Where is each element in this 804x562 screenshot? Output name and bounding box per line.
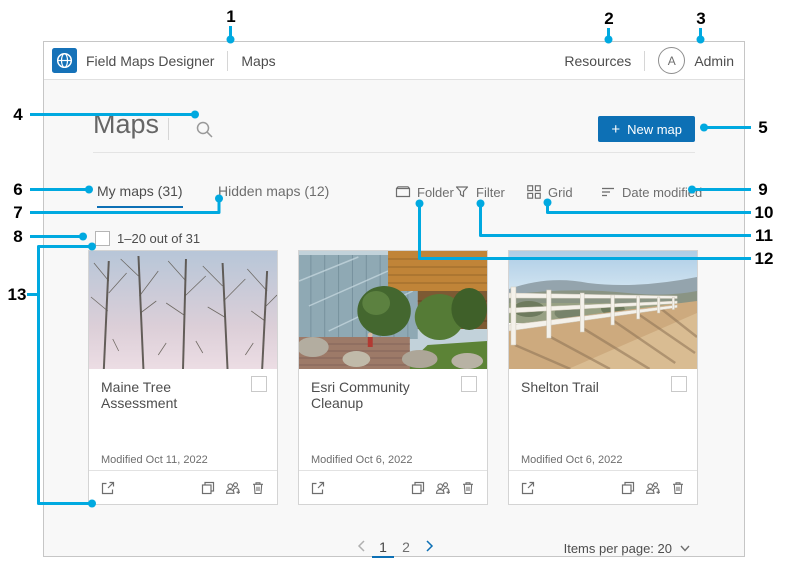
app-title: Field Maps Designer <box>86 53 214 69</box>
map-card-maine-tree-assessment[interactable]: Maine Tree Assessment Modified Oct 11, 2… <box>88 250 278 505</box>
title-divider <box>168 118 169 140</box>
callout-label-2: 2 <box>595 10 623 27</box>
avatar[interactable]: A <box>658 47 685 74</box>
open-map-icon[interactable] <box>310 480 326 496</box>
card-checkbox[interactable] <box>251 376 267 392</box>
sort-label: Date modified <box>622 185 702 200</box>
duplicate-icon[interactable] <box>200 480 216 496</box>
folder-label: Folder <box>417 185 454 200</box>
folder-icon <box>395 184 411 200</box>
map-card-esri-community-cleanup[interactable]: Esri Community Cleanup Modified Oct 6, 2… <box>298 250 488 505</box>
callout-label-11: 11 <box>750 227 778 244</box>
select-all-checkbox[interactable] <box>95 231 110 246</box>
title-rule <box>93 152 695 153</box>
delete-icon[interactable] <box>670 480 686 496</box>
card-title: Maine Tree Assessment <box>101 379 241 411</box>
open-map-icon[interactable] <box>520 480 536 496</box>
callout-label-12: 12 <box>750 250 778 267</box>
card-checkbox[interactable] <box>461 376 477 392</box>
callout-label-4: 4 <box>4 106 32 123</box>
card-modified-date: Modified Oct 6, 2022 <box>521 454 623 466</box>
card-footer <box>89 470 277 504</box>
delete-icon[interactable] <box>460 480 476 496</box>
card-modified-date: Modified Oct 11, 2022 <box>101 454 208 466</box>
map-card-shelton-trail[interactable]: Shelton Trail Modified Oct 6, 2022 <box>508 250 698 505</box>
card-thumbnail-trail-fence <box>509 251 697 369</box>
header-divider <box>644 51 645 71</box>
duplicate-icon[interactable] <box>410 480 426 496</box>
page-previous-button[interactable] <box>352 539 370 561</box>
page-2-button[interactable]: 2 <box>397 539 415 561</box>
callout-label-13: 13 <box>3 286 31 303</box>
header-divider <box>227 51 228 71</box>
filter-label: Filter <box>476 185 505 200</box>
new-map-label: New map <box>627 122 682 137</box>
callout-label-3: 3 <box>687 10 715 27</box>
user-menu[interactable]: Admin <box>694 53 734 69</box>
app-header: Field Maps Designer Maps Resources A Adm… <box>44 42 744 80</box>
card-footer <box>509 470 697 504</box>
sort-lines-icon <box>600 184 616 200</box>
page-title: Maps <box>93 109 159 140</box>
callout-label-8: 8 <box>4 228 32 245</box>
tab-hidden-maps[interactable]: Hidden maps (12) <box>218 183 329 206</box>
active-page-underline <box>372 556 394 558</box>
grid-label: Grid <box>548 185 573 200</box>
sort-control[interactable]: Date modified <box>600 184 702 200</box>
callout-label-10: 10 <box>750 204 778 221</box>
chevron-right-icon <box>425 540 434 552</box>
folder-control[interactable]: Folder <box>395 184 454 200</box>
tab-my-maps[interactable]: My maps (31) <box>97 183 183 208</box>
annotated-screenshot: Field Maps Designer Maps Resources A Adm… <box>0 0 804 562</box>
resources-link[interactable]: Resources <box>564 53 631 69</box>
items-per-page-select[interactable]: Items per page: 20 <box>564 541 690 556</box>
grid-view-control[interactable]: Grid <box>526 184 573 200</box>
card-checkbox[interactable] <box>671 376 687 392</box>
new-map-button[interactable]: + New map <box>598 116 695 142</box>
card-title: Shelton Trail <box>521 379 661 395</box>
card-title: Esri Community Cleanup <box>311 379 451 411</box>
selection-count-label: 1–20 out of 31 <box>117 231 200 246</box>
duplicate-icon[interactable] <box>620 480 636 496</box>
share-group-icon[interactable] <box>435 480 451 496</box>
callout-label-7: 7 <box>4 204 32 221</box>
card-modified-date: Modified Oct 6, 2022 <box>311 454 413 466</box>
callout-label-9: 9 <box>749 181 777 198</box>
field-maps-designer-window: Field Maps Designer Maps Resources A Adm… <box>43 41 745 557</box>
share-group-icon[interactable] <box>225 480 241 496</box>
page-next-button[interactable] <box>420 539 438 561</box>
chevron-down-icon <box>680 545 690 552</box>
nav-maps[interactable]: Maps <box>241 53 275 69</box>
open-map-icon[interactable] <box>100 480 116 496</box>
plus-icon: + <box>611 122 620 137</box>
delete-icon[interactable] <box>250 480 266 496</box>
callout-label-5: 5 <box>749 119 777 136</box>
search-icon[interactable] <box>195 120 214 139</box>
esri-logo-icon <box>52 48 77 73</box>
share-group-icon[interactable] <box>645 480 661 496</box>
grid-icon <box>526 184 542 200</box>
card-thumbnail-winter-trees <box>89 251 277 369</box>
card-footer <box>299 470 487 504</box>
items-per-page-label: Items per page: 20 <box>564 541 672 556</box>
filter-icon <box>454 184 470 200</box>
chevron-left-icon <box>357 540 366 552</box>
card-thumbnail-campus <box>299 251 487 369</box>
filter-control[interactable]: Filter <box>454 184 505 200</box>
callout-label-6: 6 <box>4 181 32 198</box>
callout-label-1: 1 <box>217 8 245 25</box>
